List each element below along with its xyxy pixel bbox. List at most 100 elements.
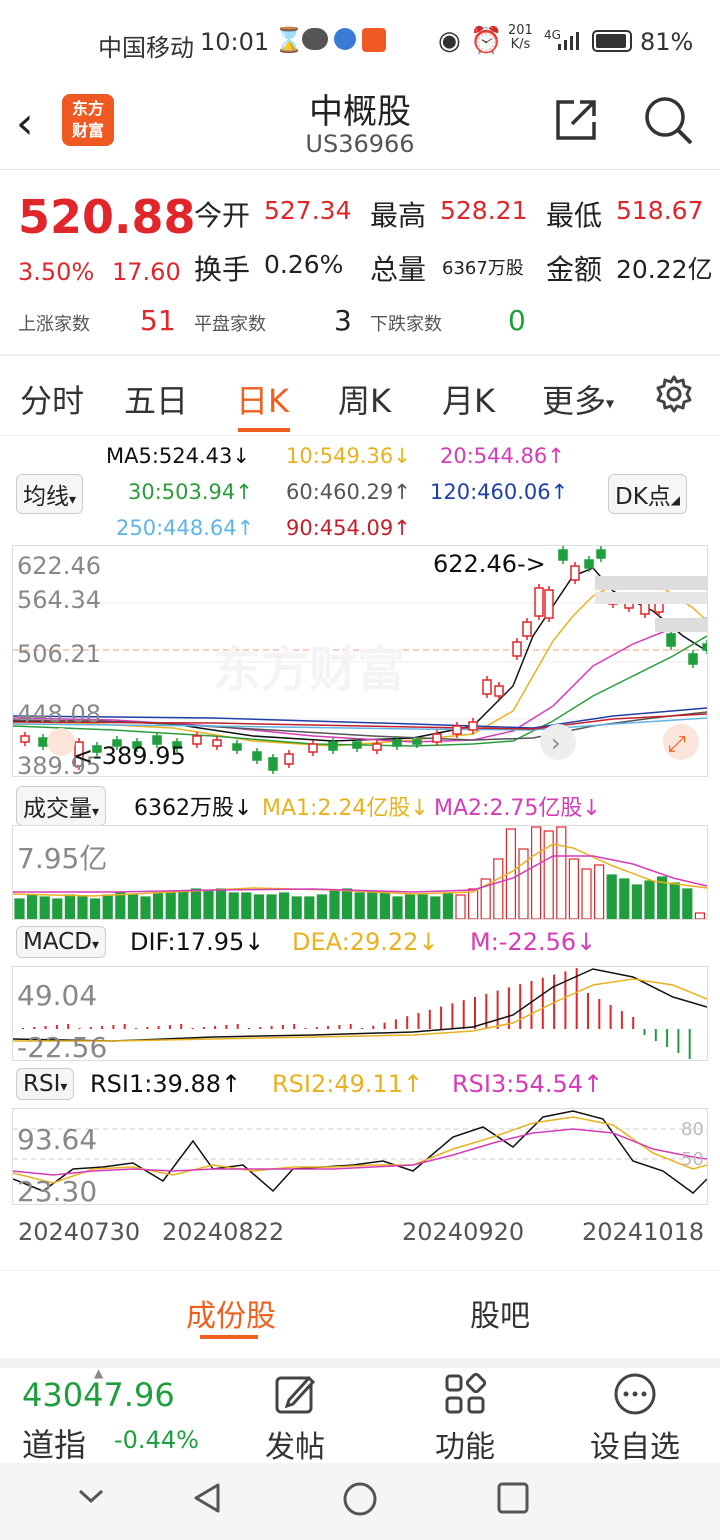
date-axis: 20240730 20240822 20240920 20241018 [0,1216,720,1252]
candle-body [494,685,504,697]
tab-weekly-k[interactable]: 周K [338,376,391,422]
tab-more[interactable]: 更多▾ [542,376,614,422]
ma-selector[interactable]: 均线▾ [16,474,84,514]
functions-label: 功能 [435,1430,495,1465]
active-tab-indicator [238,428,290,432]
volume-bar [27,894,38,920]
rsi-chart[interactable]: 93.64 23.30 80 50 [12,1108,708,1208]
flat-count-label: 平盘家数 [194,314,266,335]
tab-constituents[interactable]: 成份股 [186,1291,276,1335]
dk-point-button[interactable]: DK点◢ [608,474,688,514]
clock: 10:01 [200,28,270,56]
volume-value: 6362万股↓ [134,796,253,821]
volume-bar [153,892,164,920]
rsi-y-bottom: 23.30 [17,1175,97,1204]
eye-icon: ◉ [438,26,461,56]
y-label: 564.34 [17,586,101,614]
volume-chart[interactable]: 7.95亿 [12,825,708,920]
candle-body [666,633,676,647]
search-icon[interactable] [642,94,694,150]
macd-selector[interactable]: MACD▾ [16,926,106,958]
nav-down-icon[interactable] [76,1481,106,1515]
ma250-value: 250:448.64↑ [116,516,255,540]
index-change: -0.44% [114,1426,199,1454]
candle-body [412,739,422,745]
back-icon[interactable]: ‹ [16,98,34,149]
settings-gear-icon[interactable] [654,374,694,418]
tab-forum[interactable]: 股吧 [470,1291,530,1335]
volume-bar [468,888,479,920]
candle-body [468,721,478,731]
date-label: 20240920 [402,1218,525,1246]
battery-icon [592,30,632,52]
quote-panel: 520.88 3.50% 17.60 今开 527.34 最高 528.21 最… [0,170,720,356]
watermark: 东方财富 [213,642,405,698]
candle-body [512,641,522,657]
rsi-selector[interactable]: RSI▾ [16,1068,75,1100]
open-label: 今开 [194,199,251,232]
volume-bar [203,890,214,920]
tab-daily-k[interactable]: 日K [236,376,289,422]
ma20-value: 20:544.86↑ [440,444,565,468]
chevron-right-icon: › [551,729,561,757]
candle-body [558,549,568,561]
add-favorite-button[interactable]: 设自选 [580,1372,690,1465]
post-button[interactable]: 发帖 [250,1372,340,1465]
tab-five-day[interactable]: 五日 [124,376,188,422]
ma60-value: 60:460.29↑ [286,480,411,504]
nav-recents-icon[interactable] [496,1481,530,1519]
volume-bar [77,896,88,920]
volume-bar [165,892,176,920]
dropdown-arrow-icon: ▾ [92,804,100,820]
up-count-label: 上涨家数 [18,314,90,335]
candle-body [584,559,594,569]
tab-monthly-k[interactable]: 月K [442,376,495,422]
nav-back-icon[interactable] [190,1481,224,1519]
volume-bar [379,892,390,920]
y-label: 448.08 [17,700,101,728]
candle-body [688,653,698,665]
battery-level: 81% [640,28,694,56]
volume-selector[interactable]: 成交量▾ [16,786,107,826]
ma-legend: MA5:524.43↓ 10:549.36↓ 20:544.86↑ 均线▾ 30… [0,436,720,544]
candle-body [534,587,544,617]
volume-bar [216,888,227,920]
dropdown-arrow-icon: ▾ [69,492,77,508]
macd-chart[interactable]: 49.04 -22.56 [12,966,708,1064]
max-price-marker: 622.46-> [433,550,546,578]
net-speed: 201 K/s [508,23,533,52]
kline-chart[interactable]: 东方财富 622.46 564.34 506.21 448.08 389.95 … [12,545,712,780]
volume-bar [64,894,76,920]
volume-bar [52,898,63,920]
candle-body [252,751,262,761]
down-count-label: 下跌家数 [370,314,442,335]
macd-dif: DIF:17.95↓ [130,928,265,956]
volume-bar [354,892,365,920]
candle-body [328,741,338,751]
index-ticker[interactable]: ▲ 43047.96 道指 -0.44% [0,1366,210,1464]
low-value: 518.67 [616,196,704,225]
tab-intraday[interactable]: 分时 [20,376,84,422]
dropdown-arrow-icon: ▾ [91,937,99,953]
nav-home-icon[interactable] [342,1481,378,1521]
volume-bar [266,894,277,920]
volume-bar [405,894,416,920]
index-name: 道指 [22,1426,87,1464]
macd-dea: DEA:29.22↓ [292,928,439,956]
ma120-value: 120:460.06↑ [430,480,569,504]
macd-legend: MACD▾ DIF:17.95↓ DEA:29.22↓ M:-22.56↓ [0,926,720,962]
candle-body [522,621,532,637]
candle-body [702,643,712,651]
signal-icon [556,30,582,58]
volume-bar [39,896,50,920]
prev-arrow-button[interactable] [47,728,75,756]
volume-bar [493,858,504,920]
volume-bar [631,884,643,920]
bottom-toolbar: ▲ 43047.96 道指 -0.44% 发帖 功能 设自选 [0,1358,720,1465]
candle-body [212,739,222,747]
functions-button[interactable]: 功能 [420,1372,510,1465]
page-header: ‹ 东方 财富 中概股 US36966 [0,82,720,170]
volume-bar [606,874,617,920]
info-overlay [655,618,707,632]
share-icon[interactable] [552,96,600,148]
